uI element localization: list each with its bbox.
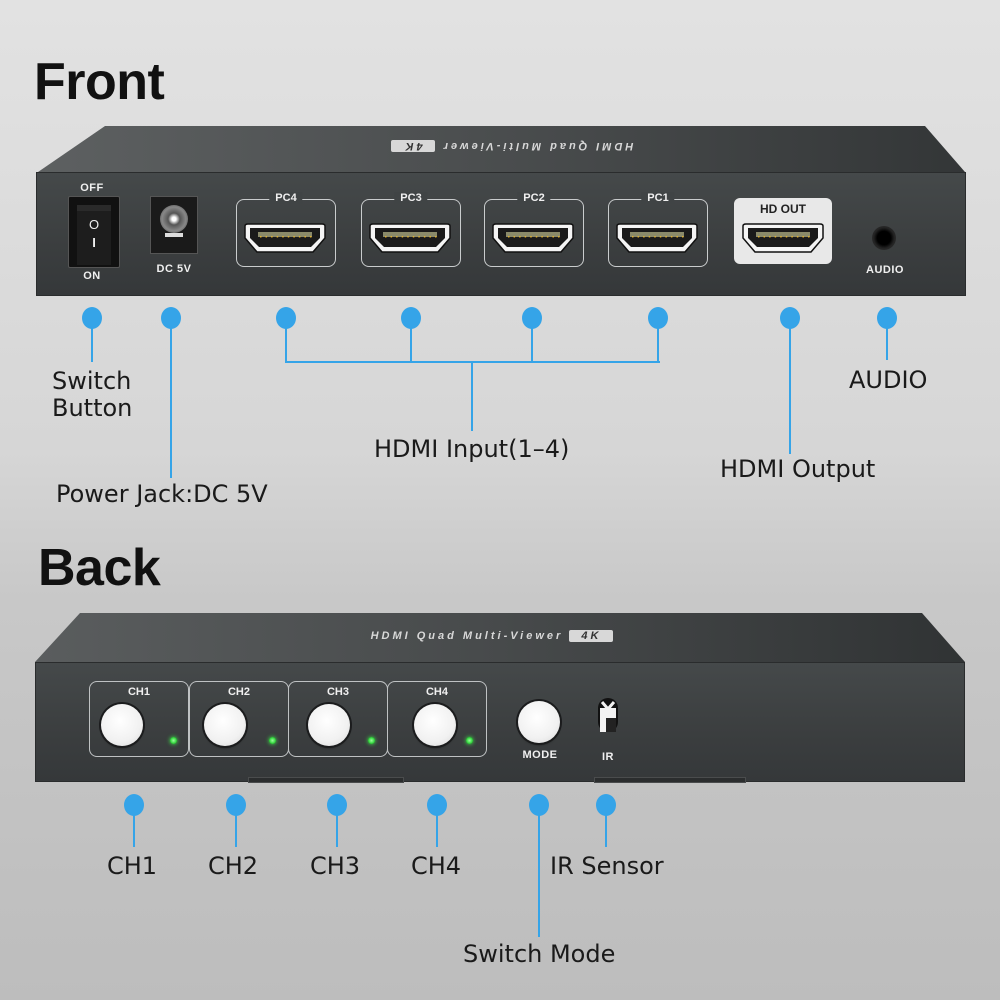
ch3-button[interactable] — [308, 704, 350, 746]
ch2-button[interactable] — [204, 704, 246, 746]
ch3-led — [368, 737, 375, 744]
channel-label: CH2 — [227, 686, 250, 698]
ch1-led — [170, 737, 177, 744]
callout-ch3: CH3 — [310, 852, 361, 880]
callout-switch-mode: Switch Mode — [463, 940, 616, 968]
ir-sensor-icon — [598, 698, 618, 732]
callout-line-ch3 — [336, 805, 338, 847]
callout-line-ch4 — [436, 805, 438, 847]
channel-group-ch1: CH1 — [89, 681, 189, 757]
callout-ch2: CH2 — [208, 852, 259, 880]
back-device-top — [35, 613, 965, 662]
ch4-button[interactable] — [414, 704, 456, 746]
callout-line-ch1 — [133, 805, 135, 847]
channel-label: CH4 — [425, 686, 448, 698]
channel-group-ch2: CH2 — [189, 681, 289, 757]
ch4-led — [466, 737, 473, 744]
callout-ir-sensor: IR Sensor — [550, 852, 664, 880]
channel-label: CH1 — [127, 686, 150, 698]
ch2-led — [269, 737, 276, 744]
badge-4k: 4K — [569, 630, 614, 642]
callout-line-mode — [538, 805, 540, 937]
channel-label: CH3 — [326, 686, 349, 698]
channel-group-ch4: CH4 — [387, 681, 487, 757]
callout-line-ch2 — [235, 805, 237, 847]
mode-label: MODE — [522, 749, 558, 761]
channel-group-ch3: CH3 — [288, 681, 388, 757]
ir-label: IR — [602, 751, 614, 763]
callout-ch1: CH1 — [107, 852, 158, 880]
back-foot-left — [248, 777, 404, 783]
callout-ch4: CH4 — [411, 852, 462, 880]
mode-button[interactable] — [518, 701, 560, 743]
back-foot-right — [594, 777, 746, 783]
back-top-print: HDMI Quad Multi-Viewer 4K — [232, 630, 752, 642]
callout-line-ir — [605, 805, 607, 847]
ch1-button[interactable] — [101, 704, 143, 746]
